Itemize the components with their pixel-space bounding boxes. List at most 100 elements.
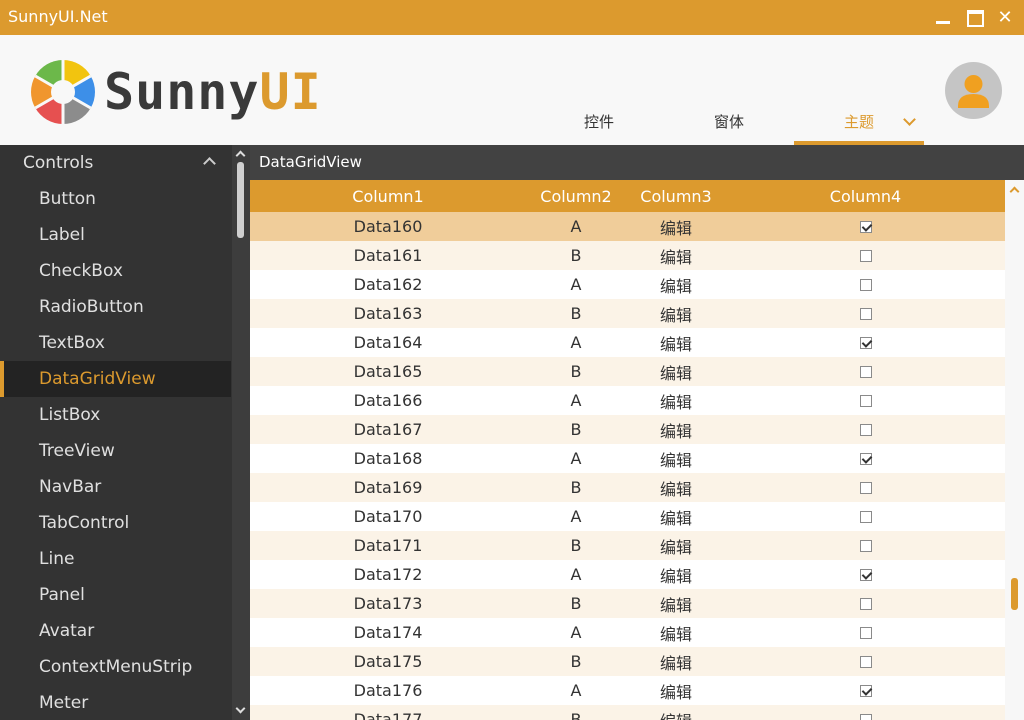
row-checkbox[interactable] (859, 626, 872, 639)
row-checkbox[interactable] (859, 336, 872, 349)
sidebar-item-panel[interactable]: Panel (0, 577, 231, 613)
table-row[interactable]: Data161 B 编辑 (250, 241, 1005, 270)
sidebar-item-navbar[interactable]: NavBar (0, 469, 231, 505)
table-cell-column1: Data176 (353, 681, 423, 700)
sidebar-item-contextmenustrip[interactable]: ContextMenuStrip (0, 649, 231, 685)
scroll-down-icon[interactable] (235, 703, 246, 714)
row-checkbox[interactable] (859, 510, 872, 523)
sidebar-item-tabcontrol[interactable]: TabControl (0, 505, 231, 541)
table-cell-column3[interactable]: 编辑 (626, 647, 726, 676)
table-cell-column3[interactable]: 编辑 (626, 676, 726, 705)
table-cell-column3[interactable]: 编辑 (626, 270, 726, 299)
table-cell-column3[interactable]: 编辑 (626, 618, 726, 647)
sidebar-scrollbar[interactable] (232, 145, 250, 720)
table-cell-column3[interactable]: 编辑 (626, 328, 726, 357)
table-cell-column3[interactable]: 编辑 (626, 212, 726, 241)
grid-scrollbar[interactable] (1005, 180, 1024, 720)
table-cell-column3[interactable]: 编辑 (626, 386, 726, 415)
row-checkbox[interactable] (859, 655, 872, 668)
maximize-icon[interactable] (964, 7, 986, 29)
sidebar-item-listbox[interactable]: ListBox (0, 397, 231, 433)
sidebar-item-treeview[interactable]: TreeView (0, 433, 231, 469)
table-cell-column1: Data173 (353, 594, 423, 613)
sidebar-item-line[interactable]: Line (0, 541, 231, 577)
table-row[interactable]: Data162 A 编辑 (250, 270, 1005, 299)
table-cell-column3[interactable]: 编辑 (626, 705, 726, 720)
chevron-down-icon[interactable] (903, 113, 916, 126)
column-header-3[interactable]: Column3 (626, 180, 726, 212)
sidebar-item-button[interactable]: Button (0, 181, 231, 217)
table-cell-column1: Data162 (353, 275, 423, 294)
sidebar-item-meter[interactable]: Meter (0, 685, 231, 720)
row-checkbox[interactable] (859, 713, 872, 720)
tab-forms[interactable]: 窗体 (664, 95, 794, 145)
row-checkbox[interactable] (859, 539, 872, 552)
table-cell-column3[interactable]: 编辑 (626, 299, 726, 328)
sidebar-scroll-thumb[interactable] (237, 162, 244, 238)
table-row[interactable]: Data173 B 编辑 (250, 589, 1005, 618)
table-cell-column2: B (570, 478, 582, 497)
table-cell-column3[interactable]: 编辑 (626, 502, 726, 531)
data-grid[interactable]: Column1 Column2 Column3 Column4 Data160 A… (250, 180, 1005, 720)
row-checkbox[interactable] (859, 249, 872, 262)
row-checkbox[interactable] (859, 597, 872, 610)
scroll-up-icon[interactable] (235, 150, 246, 161)
table-row[interactable]: Data176 A 编辑 (250, 676, 1005, 705)
row-checkbox[interactable] (859, 423, 872, 436)
minimize-icon[interactable] (932, 7, 954, 29)
sidebar-group-controls[interactable]: Controls (0, 145, 232, 181)
row-checkbox[interactable] (859, 278, 872, 291)
table-cell-column3[interactable]: 编辑 (626, 531, 726, 560)
table-row[interactable]: Data174 A 编辑 (250, 618, 1005, 647)
table-cell-column2: A (570, 391, 582, 410)
column-header-4[interactable]: Column4 (726, 180, 1005, 212)
grid-scroll-thumb[interactable] (1011, 578, 1018, 610)
table-row[interactable]: Data172 A 编辑 (250, 560, 1005, 589)
table-row[interactable]: Data163 B 编辑 (250, 299, 1005, 328)
table-cell-column3[interactable]: 编辑 (626, 415, 726, 444)
row-checkbox[interactable] (859, 452, 872, 465)
close-icon[interactable]: ✕ (994, 7, 1016, 29)
sidebar-item-avatar[interactable]: Avatar (0, 613, 231, 649)
table-row[interactable]: Data168 A 编辑 (250, 444, 1005, 473)
table-row[interactable]: Data167 B 编辑 (250, 415, 1005, 444)
table-row[interactable]: Data177 B 编辑 (250, 705, 1005, 720)
table-row[interactable]: Data166 A 编辑 (250, 386, 1005, 415)
table-row[interactable]: Data169 B 编辑 (250, 473, 1005, 502)
row-checkbox[interactable] (859, 307, 872, 320)
sidebar-item-label: ContextMenuStrip (39, 657, 193, 677)
table-row[interactable]: Data170 A 编辑 (250, 502, 1005, 531)
table-row[interactable]: Data164 A 编辑 (250, 328, 1005, 357)
row-checkbox[interactable] (859, 394, 872, 407)
sidebar-item-radiobutton[interactable]: RadioButton (0, 289, 231, 325)
table-row[interactable]: Data171 B 编辑 (250, 531, 1005, 560)
sidebar-item-label[interactable]: Label (0, 217, 231, 253)
sidebar-item-datagridview[interactable]: DataGridView (0, 361, 231, 397)
row-checkbox[interactable] (859, 684, 872, 697)
chevron-up-icon[interactable] (203, 157, 216, 170)
sidebar-item-textbox[interactable]: TextBox (0, 325, 231, 361)
table-cell-column3[interactable]: 编辑 (626, 473, 726, 502)
row-checkbox[interactable] (859, 568, 872, 581)
table-cell-column1: Data164 (353, 333, 423, 352)
table-cell-column3[interactable]: 编辑 (626, 589, 726, 618)
table-cell-column3[interactable]: 编辑 (626, 357, 726, 386)
column-header-1[interactable]: Column1 (250, 180, 526, 212)
table-cell-column3[interactable]: 编辑 (626, 241, 726, 270)
avatar[interactable] (945, 62, 1002, 119)
table-row[interactable]: Data175 B 编辑 (250, 647, 1005, 676)
table-cell-column2: A (570, 275, 582, 294)
sidebar-item-checkbox[interactable]: CheckBox (0, 253, 231, 289)
table-row[interactable]: Data160 A 编辑 (250, 212, 1005, 241)
row-checkbox[interactable] (859, 481, 872, 494)
table-cell-column1: Data172 (353, 565, 423, 584)
table-cell-column3[interactable]: 编辑 (626, 444, 726, 473)
scroll-up-icon[interactable] (1009, 186, 1020, 197)
tab-theme[interactable]: 主题 (794, 95, 924, 145)
row-checkbox[interactable] (859, 365, 872, 378)
tab-controls[interactable]: 控件 (534, 95, 664, 145)
row-checkbox[interactable] (859, 220, 872, 233)
column-header-2[interactable]: Column2 (526, 180, 626, 212)
table-cell-column3[interactable]: 编辑 (626, 560, 726, 589)
table-row[interactable]: Data165 B 编辑 (250, 357, 1005, 386)
